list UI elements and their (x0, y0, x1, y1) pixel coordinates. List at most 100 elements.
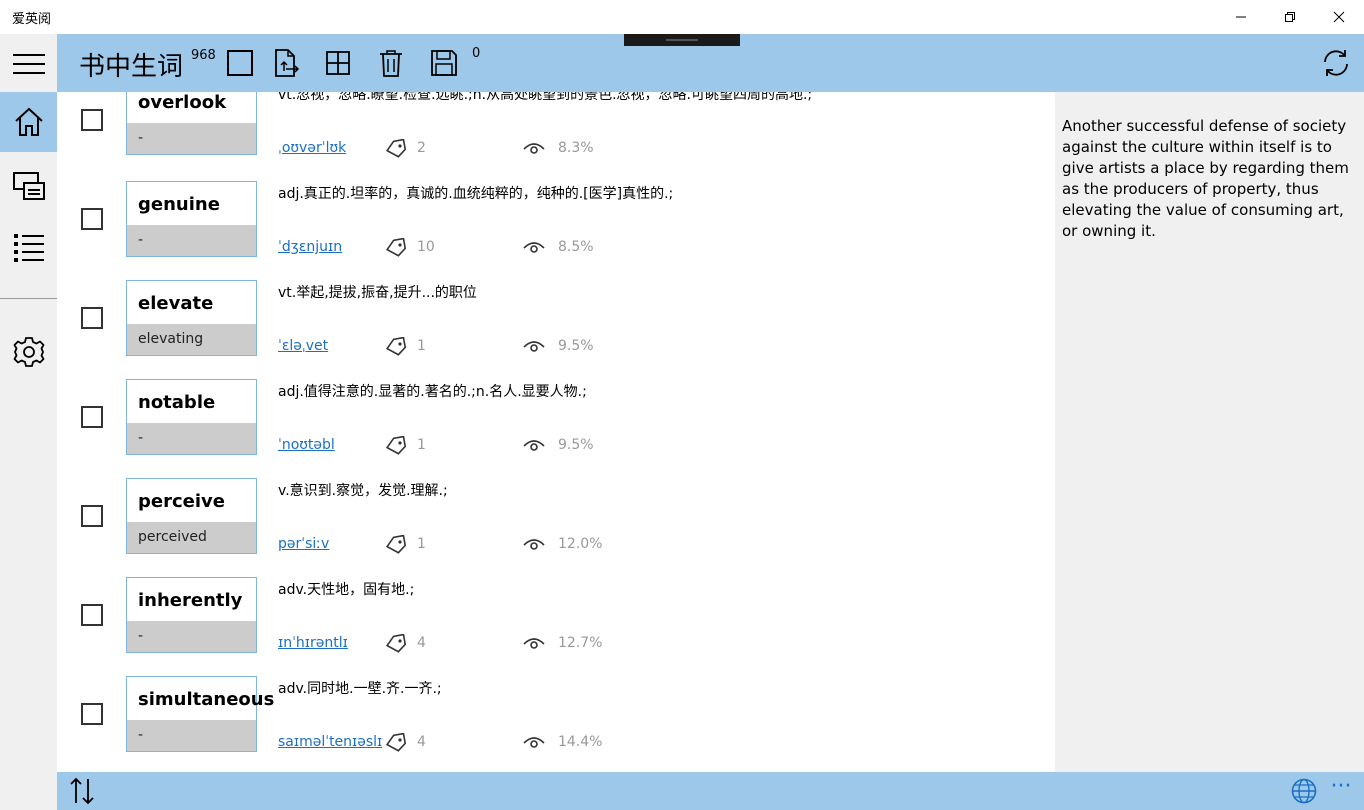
word-card[interactable]: overlook - (126, 92, 257, 155)
position-percent: 9.5% (558, 437, 594, 453)
trash-icon (380, 50, 402, 77)
bottom-bar: ··· (57, 772, 1364, 810)
word-definition: adj.值得注意的.显著的.著名的.;n.名人.显要人物.; (278, 384, 587, 400)
save-button[interactable] (429, 48, 459, 78)
word-checkbox[interactable] (81, 109, 103, 131)
tag-count: 2 (417, 140, 426, 156)
eye-icon (523, 341, 545, 352)
word-text: overlook (138, 92, 227, 113)
nav-divider (0, 298, 57, 299)
sync-icon (1324, 50, 1348, 76)
globe-icon (1291, 778, 1317, 804)
gear-icon (13, 337, 44, 367)
position-percent: 8.3% (558, 140, 594, 156)
sort-icon (70, 777, 94, 805)
list-item[interactable]: perceive perceived v.意识到.察觉，发觉.理解.; pərˈ… (57, 465, 1055, 564)
list-item[interactable]: elevate elevating vt.举起,提拔,振奋,提升...的职位 ˈ… (57, 267, 1055, 366)
nav-home[interactable] (0, 92, 57, 152)
word-phonetic[interactable]: saɪməlˈtenɪəslɪ (278, 734, 382, 750)
word-card[interactable]: notable - (126, 379, 257, 455)
word-form: perceived (127, 522, 256, 553)
position-percent: 9.5% (558, 338, 594, 354)
word-text: genuine (138, 194, 220, 215)
word-text: simultaneous (138, 689, 275, 710)
checkbox-icon (227, 50, 253, 76)
tag-count: 10 (417, 239, 435, 255)
close-icon (1333, 11, 1345, 23)
context-sentence: Another successful defense of society ag… (1062, 117, 1349, 240)
word-phonetic[interactable]: ˈdʒɛnjuɪn (278, 239, 342, 255)
position-percent: 12.0% (558, 536, 603, 552)
position-percent: 12.7% (558, 635, 603, 651)
title-bar: 爱英阅 (0, 0, 1364, 34)
word-definition: v.意识到.察觉，发觉.理解.; (278, 483, 448, 499)
select-all-button[interactable] (225, 48, 255, 78)
tag-icon (385, 238, 407, 257)
language-button[interactable] (1290, 777, 1318, 805)
nav-word-list[interactable] (0, 217, 57, 277)
eye-icon (523, 539, 545, 550)
list-item[interactable]: simultaneous - adv.同时地.一壁.齐.一齐.; saɪməlˈ… (57, 663, 1055, 762)
export-button[interactable] (272, 48, 302, 78)
word-form: - (127, 225, 256, 256)
word-checkbox[interactable] (81, 406, 103, 428)
list-item[interactable]: genuine - adj.真正的.坦率的，真诚的.血统纯粹的，纯种的.[医学]… (57, 168, 1055, 267)
word-count-badge: 968 (191, 48, 216, 63)
minimize-icon (1236, 16, 1246, 18)
menu-button[interactable] (0, 34, 57, 94)
eye-icon (523, 242, 545, 253)
word-phonetic[interactable]: ˈɛləˌvet (278, 338, 328, 354)
word-card[interactable]: inherently - (126, 577, 257, 653)
word-card[interactable]: elevate elevating (126, 280, 257, 356)
word-checkbox[interactable] (81, 604, 103, 626)
more-options-button[interactable]: ··· (1324, 774, 1358, 804)
word-checkbox[interactable] (81, 505, 103, 527)
tag-icon (385, 337, 407, 356)
minimize-button[interactable] (1218, 0, 1264, 34)
nav-settings[interactable] (0, 322, 57, 382)
eye-icon (523, 143, 545, 154)
word-text: notable (138, 392, 216, 413)
sync-button[interactable] (1319, 46, 1353, 80)
word-checkbox[interactable] (81, 208, 103, 230)
word-text: elevate (138, 293, 214, 314)
word-form: - (127, 621, 256, 652)
word-form: - (127, 720, 256, 751)
word-form: - (127, 123, 256, 154)
word-phonetic[interactable]: ɪnˈhɪrəntlɪ (278, 635, 348, 651)
tag-icon (385, 634, 407, 653)
delete-button[interactable] (376, 48, 406, 78)
sort-button[interactable] (67, 776, 97, 806)
drag-handle[interactable] (624, 34, 740, 46)
word-checkbox[interactable] (81, 703, 103, 725)
position-percent: 14.4% (558, 734, 603, 750)
word-text: perceive (138, 491, 225, 512)
word-checkbox[interactable] (81, 307, 103, 329)
list-item[interactable]: notable - adj.值得注意的.显著的.著名的.;n.名人.显要人物.;… (57, 366, 1055, 465)
word-card[interactable]: genuine - (126, 181, 257, 257)
save-icon (431, 50, 457, 76)
word-card[interactable]: perceive perceived (126, 478, 257, 554)
word-definition: vt.忽视，忽略.瞭望.检查.远眺.;n.从高处眺望到的景色.忽视，忽略.可眺望… (278, 92, 813, 103)
word-definition: adj.真正的.坦率的，真诚的.血统纯粹的，纯种的.[医学]真性的.; (278, 186, 674, 202)
nav-reader[interactable] (0, 157, 57, 217)
restore-button[interactable] (1267, 0, 1313, 34)
export-icon (275, 49, 300, 77)
reader-icon (12, 172, 45, 200)
command-bar: 书中生词 968 0 (57, 34, 1364, 92)
word-phonetic[interactable]: pərˈsiːv (278, 536, 329, 552)
tag-icon (385, 535, 407, 554)
list-item[interactable]: inherently - adv.天性地，固有地.; ɪnˈhɪrəntlɪ 4… (57, 564, 1055, 663)
context-panel: Another successful defense of society ag… (1055, 92, 1364, 772)
word-text: inherently (138, 590, 243, 611)
word-card[interactable]: simultaneous - (126, 676, 274, 752)
grid-icon (326, 51, 350, 75)
selected-count-badge: 0 (472, 46, 481, 61)
word-phonetic[interactable]: ˈnoʊtəbl (278, 437, 335, 453)
list-item[interactable]: overlook - vt.忽视，忽略.瞭望.检查.远眺.;n.从高处眺望到的景… (57, 92, 1055, 168)
close-button[interactable] (1316, 0, 1362, 34)
position-percent: 8.5% (558, 239, 594, 255)
word-phonetic[interactable]: ˌoʊvərˈlʊk (278, 140, 346, 156)
tag-count: 1 (417, 437, 426, 453)
grid-view-button[interactable] (323, 48, 353, 78)
